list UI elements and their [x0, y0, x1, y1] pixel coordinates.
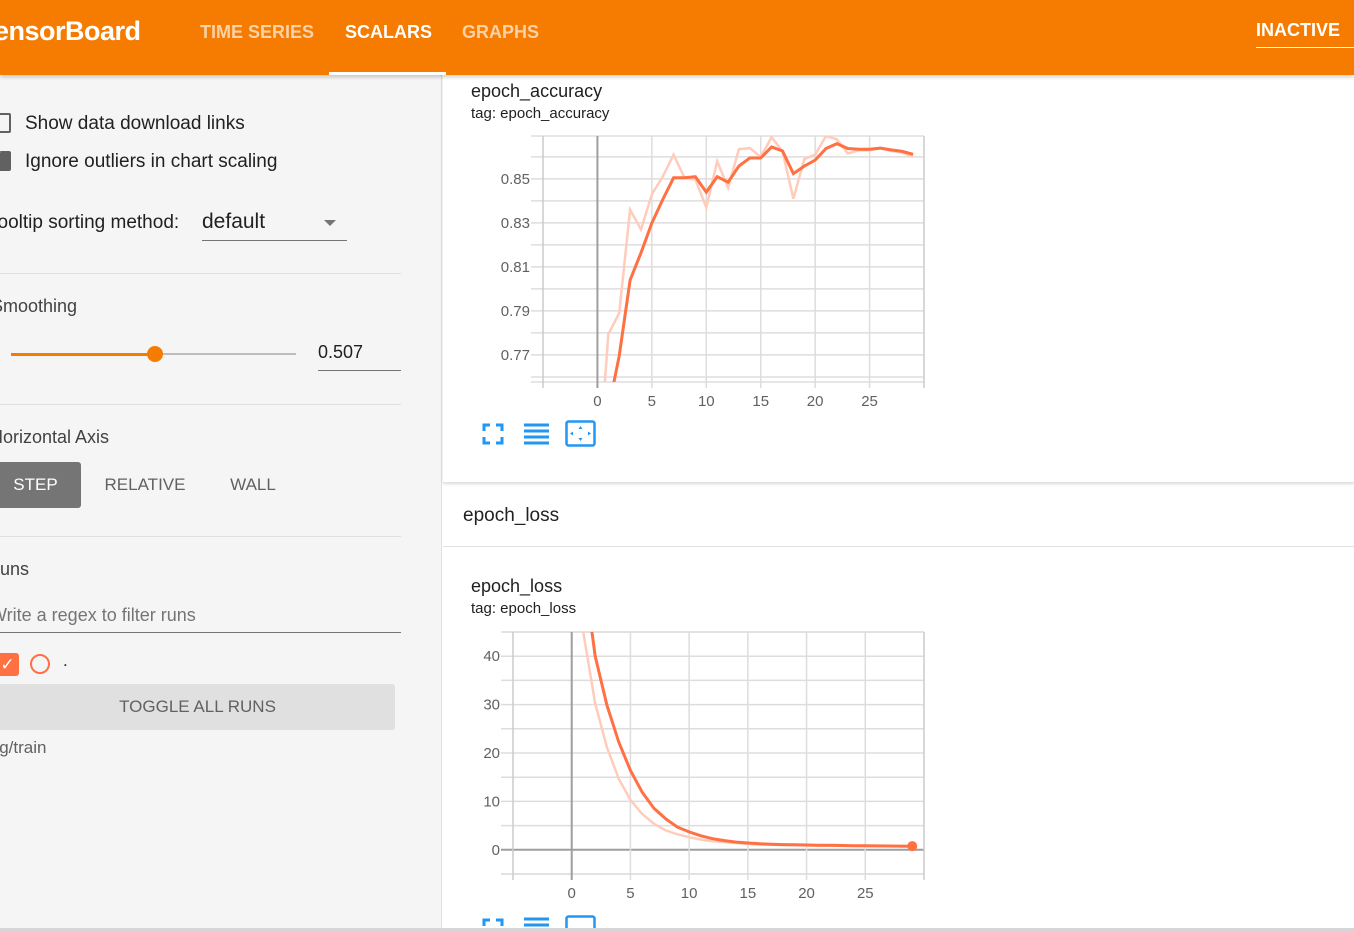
x-tick-label: 10 [681, 885, 698, 902]
x-tick-label: 25 [857, 885, 874, 902]
tooltip-sorting-label: Tooltip sorting method: [0, 212, 180, 233]
chart-tag: tag: epoch_accuracy [471, 105, 610, 122]
x-tick-label: 0 [568, 885, 576, 902]
x-tick-label: 20 [807, 393, 824, 410]
x-tick-label: 5 [626, 885, 634, 902]
chart-title: epoch_loss [471, 576, 563, 596]
y-tick-label: 0.81 [501, 259, 530, 276]
top-bar: TensorBoard TIME SERIES SCALARS GRAPHS I… [0, 0, 1354, 75]
group-header[interactable]: epoch_loss [443, 485, 1354, 547]
x-tick-label: 20 [798, 885, 815, 902]
ignore-outliers-checkbox[interactable]: / [0, 150, 11, 171]
x-tick-label: 15 [740, 885, 757, 902]
y-tick-label: 0 [492, 842, 500, 859]
y-tick-label: 30 [483, 697, 500, 714]
log-dir-label: log/train [0, 738, 47, 757]
ignore-outliers-label: Ignore outliers in chart scaling [25, 151, 278, 172]
tab-scalars[interactable]: SCALARS [329, 0, 446, 75]
toggle-log-scale-icon[interactable] [523, 422, 550, 446]
smoothing-label: Smoothing [0, 296, 78, 316]
y-tick-label: 40 [483, 648, 500, 665]
slider-knob[interactable] [147, 346, 164, 362]
fit-domain-icon[interactable] [565, 420, 596, 447]
divider [0, 536, 401, 537]
run-name: . [63, 651, 68, 670]
raw-series-line [582, 632, 913, 848]
axis-wall-button[interactable]: WALL [213, 462, 293, 508]
divider [0, 404, 401, 405]
chart-tag: tag: epoch_loss [471, 600, 577, 617]
accuracy-chart[interactable]: 0 5 10 15 20 25 0.77 0.79 0.81 0.83 0.85 [470, 130, 940, 415]
runs-filter-placeholder: Write a regex to filter runs [0, 605, 196, 625]
horizontal-scrollbar[interactable] [0, 928, 1354, 932]
slider-fill [11, 352, 156, 356]
x-tick-label: 25 [861, 393, 878, 410]
loss-chart[interactable]: 0 5 10 15 20 25 0 10 20 30 40 [470, 626, 940, 911]
x-tick-label: 15 [752, 393, 769, 410]
tooltip-sorting-value: default [202, 210, 266, 233]
x-tick-label: 10 [698, 393, 715, 410]
x-tick-label: 0 [593, 393, 601, 410]
smoothed-series-line [590, 632, 913, 848]
toggle-all-runs-button[interactable]: TOGGLE ALL RUNS [0, 684, 395, 730]
divider [0, 273, 401, 274]
y-tick-label: 0.85 [501, 171, 530, 188]
horizontal-axis-label: Horizontal Axis [0, 427, 110, 447]
dropdown-arrow-icon [324, 220, 336, 226]
y-tick-label: 10 [483, 793, 500, 810]
fullscreen-icon[interactable] [482, 423, 504, 445]
show-download-links-checkbox[interactable] [0, 113, 11, 133]
tab-graphs[interactable]: GRAPHS [446, 0, 555, 75]
tab-time-series[interactable]: TIME SERIES [184, 0, 330, 75]
smoothing-value: 0.507 [318, 342, 364, 362]
runs-label: Runs [0, 559, 30, 579]
last-point-marker [907, 841, 918, 852]
y-tick-label: 0.79 [501, 303, 530, 320]
chart-title: epoch_accuracy [471, 81, 603, 101]
run-checkbox[interactable]: ✓ [0, 653, 19, 676]
y-tick-label: 0.83 [501, 215, 530, 232]
axis-step-button[interactable]: STEP [0, 462, 81, 508]
x-tick-label: 5 [648, 393, 656, 410]
inactive-dropdown[interactable]: INACTIVE [1256, 20, 1354, 48]
tooltip-sorting-select[interactable]: default [202, 205, 347, 241]
show-download-links-label: Show data download links [25, 113, 245, 134]
runs-filter-input[interactable]: Write a regex to filter runs [0, 597, 401, 633]
raw-series-line [603, 136, 914, 382]
axis-relative-button[interactable]: RELATIVE [95, 462, 195, 508]
group-title: epoch_loss [463, 505, 560, 526]
y-tick-label: 0.77 [501, 347, 530, 364]
run-color-circle-icon[interactable] [30, 654, 50, 674]
y-tick-label: 20 [483, 745, 500, 762]
tensorboard-logo[interactable]: TensorBoard [0, 16, 141, 47]
smoothing-input[interactable]: 0.507 [318, 337, 401, 371]
smoothed-series-line [612, 142, 914, 382]
sidebar: Show data download links / Ignore outlie… [0, 75, 442, 932]
